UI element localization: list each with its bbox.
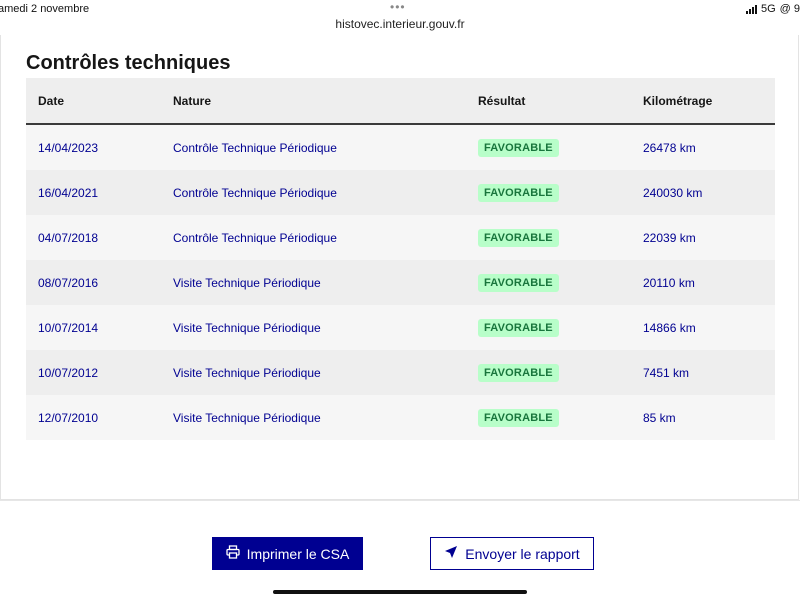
result-badge: FAVORABLE: [478, 138, 559, 157]
result-badge: FAVORABLE: [478, 183, 559, 202]
cell-mileage: 22039 km: [643, 230, 696, 245]
cell-mileage: 14866 km: [643, 320, 696, 335]
address-bar-url[interactable]: histovec.interieur.gouv.fr: [0, 17, 800, 31]
cell-mileage: 85 km: [643, 410, 676, 425]
cell-nature: Contrôle Technique Périodique: [173, 230, 337, 245]
cell-result: FAVORABLE: [478, 138, 643, 157]
more-dots-icon[interactable]: •••: [390, 1, 406, 13]
result-badge: FAVORABLE: [478, 228, 559, 247]
header-nature: Nature: [173, 93, 212, 108]
send-report-button[interactable]: Envoyer le rapport: [430, 537, 594, 570]
inspections-table: Date Nature Résultat Kilométrage 14/04/2…: [26, 78, 775, 440]
result-badge: FAVORABLE: [478, 408, 559, 427]
cell-date: 04/07/2018: [38, 230, 99, 245]
header-result: Résultat: [478, 93, 526, 108]
status-date: amedi 2 novembre: [0, 3, 90, 15]
status-indicators: 5G @ 9: [745, 3, 800, 15]
cell-nature: Visite Technique Périodique: [173, 320, 321, 335]
cell-result: FAVORABLE: [478, 408, 643, 427]
cell-result: FAVORABLE: [478, 273, 643, 292]
network-type: 5G: [760, 3, 776, 15]
cell-date: 10/07/2012: [38, 365, 99, 380]
result-badge: FAVORABLE: [478, 363, 559, 382]
cell-mileage: 20110 km: [643, 275, 695, 290]
table-row: 12/07/2010 Visite Technique Périodique F…: [26, 395, 775, 440]
print-csa-button[interactable]: Imprimer le CSA: [212, 537, 363, 570]
send-arrow-icon: [444, 545, 458, 562]
home-indicator[interactable]: [273, 590, 527, 594]
cell-date: 16/04/2021: [38, 185, 99, 200]
table-header: Date Nature Résultat Kilométrage: [26, 78, 775, 125]
cell-nature: Visite Technique Périodique: [173, 275, 321, 290]
cell-result: FAVORABLE: [478, 363, 643, 382]
cell-nature: Visite Technique Périodique: [173, 410, 321, 425]
result-badge: FAVORABLE: [478, 273, 559, 292]
printer-icon: [226, 545, 240, 562]
cell-date: 14/04/2023: [38, 140, 99, 155]
table-row: 10/07/2014 Visite Technique Périodique F…: [26, 305, 775, 350]
cell-mileage: 26478 km: [643, 140, 696, 155]
table-row: 10/07/2012 Visite Technique Périodique F…: [26, 350, 775, 395]
cell-date: 12/07/2010: [38, 410, 99, 425]
cell-nature: Visite Technique Périodique: [173, 365, 321, 380]
table-row: 14/04/2023 Contrôle Technique Périodique…: [26, 125, 775, 170]
table-row: 08/07/2016 Visite Technique Périodique F…: [26, 260, 775, 305]
footer-divider: [0, 500, 800, 501]
header-date: Date: [38, 93, 65, 108]
cell-mileage: 240030 km: [643, 185, 703, 200]
result-badge: FAVORABLE: [478, 318, 559, 337]
status-bar: amedi 2 novembre ••• histovec.interieur.…: [0, 0, 800, 36]
cell-date: 08/07/2016: [38, 275, 99, 290]
cell-mileage: 7451 km: [643, 365, 690, 380]
cell-result: FAVORABLE: [478, 228, 643, 247]
cell-result: FAVORABLE: [478, 318, 643, 337]
print-csa-label: Imprimer le CSA: [246, 545, 350, 562]
cell-nature: Contrôle Technique Périodique: [173, 140, 337, 155]
table-row: 16/04/2021 Contrôle Technique Périodique…: [26, 170, 775, 215]
send-report-label: Envoyer le rapport: [465, 545, 580, 562]
cell-result: FAVORABLE: [478, 183, 643, 202]
cell-signal-icon: [745, 4, 757, 14]
section-title: Contrôles techniques: [26, 52, 231, 74]
status-extra: @ 9: [779, 3, 800, 15]
header-mileage: Kilométrage: [643, 93, 713, 108]
cell-nature: Contrôle Technique Périodique: [173, 185, 337, 200]
table-row: 04/07/2018 Contrôle Technique Périodique…: [26, 215, 775, 260]
cell-date: 10/07/2014: [38, 320, 99, 335]
